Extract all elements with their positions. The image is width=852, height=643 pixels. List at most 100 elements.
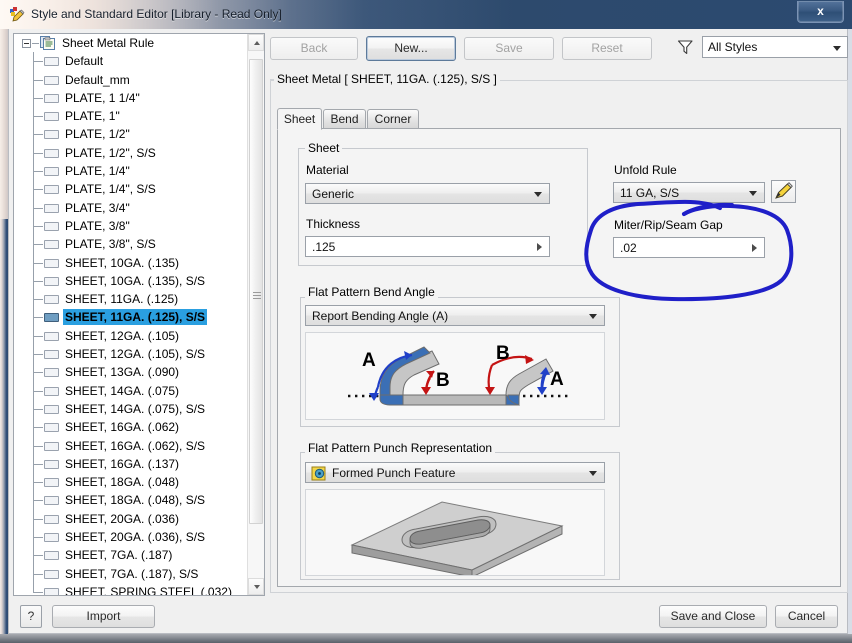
tree-connector: [33, 336, 43, 337]
bend-angle-combo[interactable]: Report Bending Angle (A): [305, 305, 605, 326]
tree-item-label: SHEET, SPRING STEEL (.032): [63, 584, 234, 596]
tree-item[interactable]: SHEET, 11GA. (.125): [14, 290, 248, 308]
style-document-icon: [44, 76, 59, 85]
help-button[interactable]: ?: [20, 605, 42, 628]
tree-item[interactable]: PLATE, 3/8", S/S: [14, 235, 248, 253]
tree-connector: [33, 409, 43, 410]
tree-item[interactable]: Default: [14, 52, 248, 70]
miter-rip-seam-gap-input[interactable]: .02: [613, 237, 765, 258]
style-document-icon: [44, 313, 59, 322]
tree-item[interactable]: SHEET, 10GA. (.135): [14, 254, 248, 272]
tree-item-label: SHEET, 12GA. (.105), S/S: [63, 346, 207, 362]
tree-connector: [33, 372, 43, 373]
bend-angle-value: Report Bending Angle (A): [312, 309, 448, 323]
tree-item[interactable]: SHEET, 16GA. (.062), S/S: [14, 437, 248, 455]
scroll-down-arrow-icon[interactable]: [248, 578, 264, 595]
style-document-icon: [44, 533, 59, 542]
tree-item[interactable]: SHEET, 11GA. (.125), S/S: [14, 308, 248, 326]
style-document-icon: [44, 570, 59, 579]
style-document-icon: [44, 423, 59, 432]
style-tree-panel[interactable]: Sheet Metal RuleDefaultDefault_mmPLATE, …: [13, 33, 265, 596]
scrollbar-thumb[interactable]: [249, 59, 263, 524]
punch-representation-combo[interactable]: Formed Punch Feature: [305, 462, 605, 483]
unfold-rule-value: 11 GA, S/S: [620, 186, 679, 200]
tab-corner[interactable]: Corner: [367, 109, 419, 129]
cancel-button[interactable]: Cancel: [775, 605, 838, 628]
tree-item[interactable]: SHEET, 12GA. (.105): [14, 327, 248, 345]
tab-bend[interactable]: Bend: [323, 109, 366, 129]
save-button[interactable]: Save: [464, 37, 554, 60]
tree-item[interactable]: SHEET, 20GA. (.036), S/S: [14, 528, 248, 546]
tree-item[interactable]: PLATE, 1": [14, 107, 248, 125]
tree-connector: [33, 427, 43, 428]
punch-representation-caption: Flat Pattern Punch Representation: [305, 441, 495, 455]
tree-vertical-scrollbar[interactable]: [247, 34, 264, 595]
tree-connector: [33, 208, 43, 209]
tree-item[interactable]: SHEET, 13GA. (.090): [14, 363, 248, 381]
tree-item[interactable]: Default_mm: [14, 71, 248, 89]
tree-item[interactable]: SHEET, SPRING STEEL (.032): [14, 583, 248, 596]
miter-rip-seam-gap-label: Miter/Rip/Seam Gap: [614, 218, 723, 232]
tree-item-label: PLATE, 3/4": [63, 200, 132, 216]
tree-item-label: SHEET, 20GA. (.036), S/S: [63, 529, 207, 545]
tree-item-root[interactable]: Sheet Metal Rule: [14, 34, 248, 52]
tree-connector: [33, 446, 43, 447]
new-button[interactable]: New...: [366, 36, 456, 61]
tree-item-label: Default_mm: [63, 72, 132, 88]
tree-connector: [33, 574, 43, 575]
style-document-icon: [44, 94, 59, 103]
tree-item[interactable]: SHEET, 10GA. (.135), S/S: [14, 272, 248, 290]
tree-item[interactable]: SHEET, 20GA. (.036): [14, 510, 248, 528]
back-button[interactable]: Back: [270, 37, 358, 60]
style-tree-list[interactable]: Sheet Metal RuleDefaultDefault_mmPLATE, …: [14, 34, 248, 596]
thickness-input[interactable]: .125: [305, 236, 550, 257]
style-editor-icon: [8, 6, 25, 23]
tree-item[interactable]: SHEET, 12GA. (.105), S/S: [14, 345, 248, 363]
tree-item[interactable]: SHEET, 16GA. (.062): [14, 418, 248, 436]
tree-item[interactable]: SHEET, 18GA. (.048): [14, 473, 248, 491]
tree-item[interactable]: SHEET, 7GA. (.187): [14, 546, 248, 564]
style-document-icon: [44, 350, 59, 359]
tree-item[interactable]: PLATE, 1/4", S/S: [14, 180, 248, 198]
punch-feature-icon: [311, 466, 326, 481]
expand-right-icon[interactable]: [752, 244, 757, 252]
collapse-icon[interactable]: [22, 39, 31, 48]
tree-item[interactable]: SHEET, 7GA. (.187), S/S: [14, 565, 248, 583]
style-document-icon: [44, 478, 59, 487]
tree-connector: [33, 116, 43, 117]
styles-filter-combo[interactable]: All Styles: [702, 36, 848, 58]
save-and-close-button[interactable]: Save and Close: [659, 605, 767, 628]
style-document-icon: [44, 149, 59, 158]
close-icon[interactable]: x: [797, 1, 844, 23]
tab-sheet[interactable]: Sheet: [277, 108, 322, 130]
tree-item[interactable]: PLATE, 3/4": [14, 199, 248, 217]
tree-item[interactable]: PLATE, 1 1/4": [14, 89, 248, 107]
tree-item-label: SHEET, 18GA. (.048), S/S: [63, 492, 207, 508]
style-document-icon: [44, 588, 59, 596]
material-label: Material: [306, 163, 349, 177]
tree-item[interactable]: SHEET, 14GA. (.075): [14, 382, 248, 400]
style-document-icon: [44, 405, 59, 414]
style-document-icon: [44, 185, 59, 194]
tree-item[interactable]: SHEET, 16GA. (.137): [14, 455, 248, 473]
tree-item[interactable]: PLATE, 3/8": [14, 217, 248, 235]
tree-item-label: SHEET, 20GA. (.036): [63, 511, 181, 527]
tree-item[interactable]: PLATE, 1/2", S/S: [14, 144, 248, 162]
import-button[interactable]: Import: [52, 605, 155, 628]
unfold-rule-combo[interactable]: 11 GA, S/S: [613, 182, 765, 203]
edit-unfold-rule-button[interactable]: [771, 180, 796, 203]
tree-connector: [33, 592, 43, 593]
style-document-icon: [44, 222, 59, 231]
scroll-up-arrow-icon[interactable]: [248, 34, 264, 51]
tree-item-label: SHEET, 16GA. (.062): [63, 419, 181, 435]
tree-item[interactable]: PLATE, 1/4": [14, 162, 248, 180]
material-combo[interactable]: Generic: [305, 183, 550, 204]
tree-connector: [33, 226, 43, 227]
expand-right-icon[interactable]: [537, 243, 542, 251]
tree-item-label: SHEET, 10GA. (.135), S/S: [63, 273, 207, 289]
tree-item[interactable]: PLATE, 1/2": [14, 125, 248, 143]
tree-item[interactable]: SHEET, 18GA. (.048), S/S: [14, 491, 248, 509]
tree-item-label: PLATE, 1/4", S/S: [63, 181, 158, 197]
tree-item[interactable]: SHEET, 14GA. (.075), S/S: [14, 400, 248, 418]
reset-button[interactable]: Reset: [562, 37, 652, 60]
